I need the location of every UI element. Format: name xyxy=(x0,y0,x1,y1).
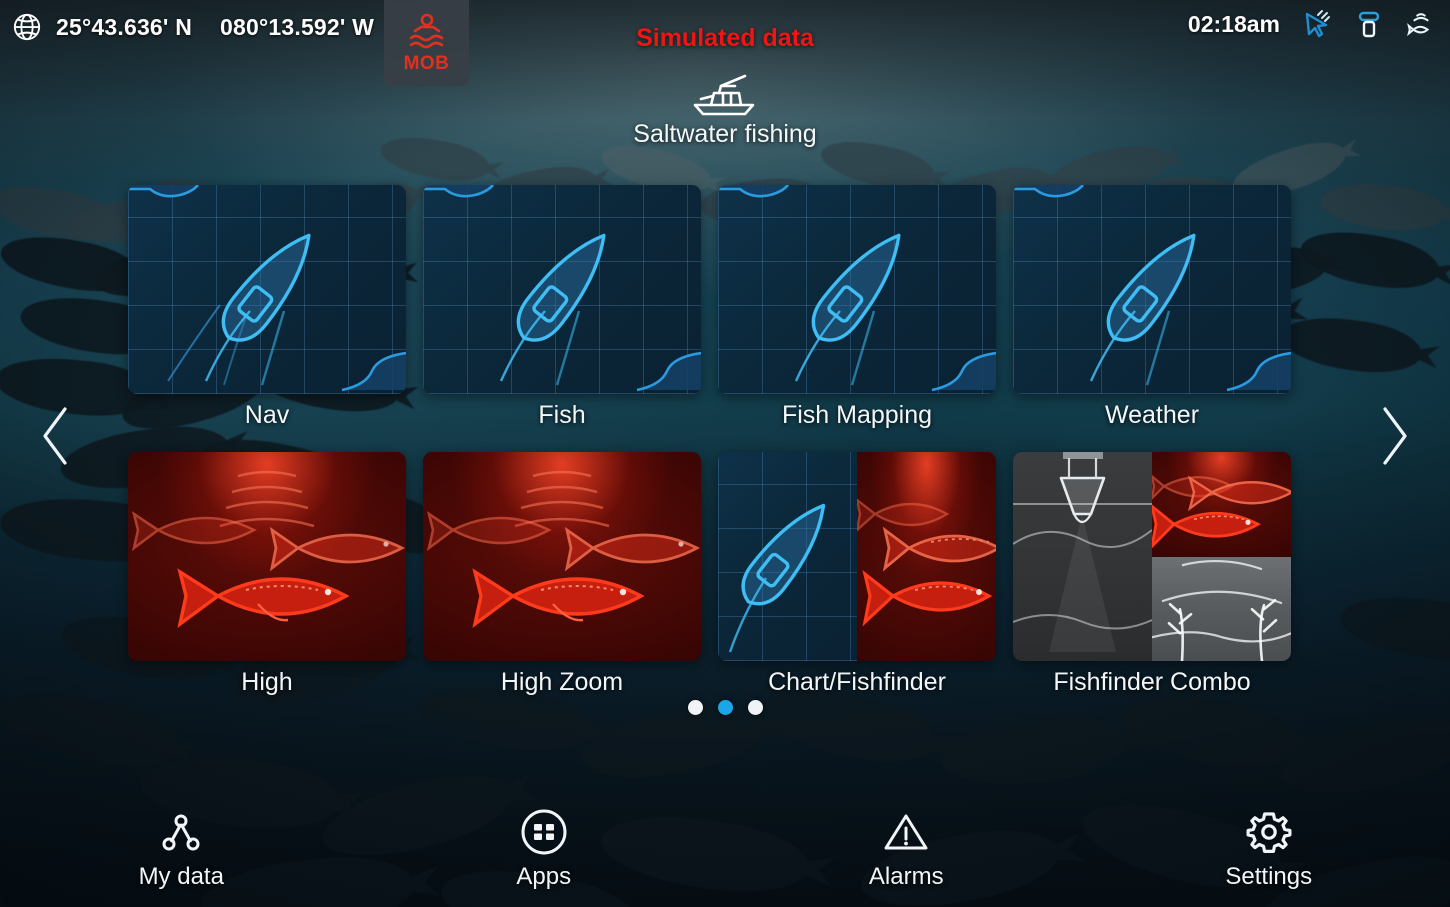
chevron-right-icon xyxy=(1383,407,1407,465)
nav-label: My data xyxy=(138,863,224,890)
structure-scan-pane xyxy=(1152,556,1291,661)
tile-label: Weather xyxy=(1104,401,1200,429)
route-waypoints-icon xyxy=(162,814,200,851)
tile-label: High Zoom xyxy=(500,668,624,696)
status-icons-group: 02:18am xyxy=(1188,9,1436,39)
weed-structure-graphic xyxy=(1152,559,1291,661)
tile-label: Fishfinder Combo xyxy=(1053,668,1251,696)
tile-high[interactable]: High xyxy=(128,452,406,697)
tile-thumbnail xyxy=(718,452,996,661)
active-profile[interactable]: Saltwater fishing xyxy=(0,74,1450,149)
tile-thumbnail xyxy=(128,185,406,394)
own-boat-marker xyxy=(1089,233,1196,386)
nav-label: Apps xyxy=(516,863,572,890)
nav-alarms[interactable]: Alarms xyxy=(725,781,1088,891)
clock: 02:18am xyxy=(1187,10,1280,37)
man-overboard-icon xyxy=(409,13,443,48)
nav-label: Alarms xyxy=(868,863,944,890)
tile-label: Fish Mapping xyxy=(781,401,933,429)
sonar-fish-graphic xyxy=(857,498,996,627)
page-dot-1[interactable] xyxy=(687,700,703,715)
page-dot-2[interactable] xyxy=(717,700,733,715)
tile-thumbnail xyxy=(718,185,996,394)
carousel-next-button[interactable] xyxy=(1366,396,1422,476)
nav-label: Settings xyxy=(1225,863,1313,890)
apps-grid-icon xyxy=(521,809,567,855)
page-tile-grid: Nav Fish Fish Mapping Weather High High … xyxy=(128,185,1323,697)
sonar-fish-graphic xyxy=(1152,474,1291,549)
tile-thumbnail xyxy=(1013,452,1291,661)
tile-fish-mapping[interactable]: Fish Mapping xyxy=(718,185,996,430)
page-indicator xyxy=(0,700,1450,715)
tile-fishfinder-combo[interactable]: Fishfinder Combo xyxy=(1013,452,1291,697)
sensor-battery-icon[interactable] xyxy=(1354,9,1384,39)
status-bar: 25°43.636' N 080°13.592' W MOB Simulated… xyxy=(0,0,1450,86)
gear-icon xyxy=(1246,812,1292,853)
globe-icon xyxy=(13,13,41,41)
own-boat-marker xyxy=(728,503,826,653)
tile-label: Chart/Fishfinder xyxy=(768,668,946,696)
chart-cursor-icon[interactable] xyxy=(1302,9,1332,39)
nav-settings[interactable]: Settings xyxy=(1088,781,1450,891)
sonar-pane xyxy=(1152,452,1291,557)
tile-fish[interactable]: Fish xyxy=(423,185,701,430)
own-boat-marker xyxy=(499,233,606,386)
tile-label: Fish xyxy=(538,401,586,429)
combo-right-column xyxy=(1152,452,1291,661)
bottom-navigation-bar: My data Apps Alarms Settings xyxy=(0,781,1450,891)
warning-triangle-icon xyxy=(884,814,928,850)
tile-thumbnail xyxy=(1013,185,1291,394)
tile-label: High xyxy=(241,668,293,696)
own-boat-marker xyxy=(204,233,311,386)
carousel-prev-button[interactable] xyxy=(28,396,84,476)
sonar-cone-graphic xyxy=(1013,452,1152,652)
longitude-value: 080°13.592' W xyxy=(220,13,375,40)
tile-label: Nav xyxy=(244,401,290,429)
sonar-fish-graphic xyxy=(131,470,406,629)
sonar-pane xyxy=(857,452,996,661)
sonar-fish-graphic xyxy=(426,470,701,629)
tile-nav[interactable]: Nav xyxy=(128,185,406,430)
latitude-value: 25°43.636' N xyxy=(56,13,192,40)
gps-position-readout[interactable]: 25°43.636' N 080°13.592' W xyxy=(0,0,374,46)
tile-thumbnail xyxy=(128,452,406,661)
page-dot-3[interactable] xyxy=(747,700,763,715)
nav-apps[interactable]: Apps xyxy=(363,781,726,891)
mob-label: MOB xyxy=(403,52,450,74)
nav-my-data[interactable]: My data xyxy=(0,781,363,891)
sportfish-boat-icon xyxy=(693,74,755,116)
chevron-left-icon xyxy=(43,407,67,465)
chart-pane xyxy=(718,452,857,661)
tile-thumbnail xyxy=(423,452,701,661)
tile-chart-fishfinder[interactable]: Chart/Fishfinder xyxy=(718,452,996,697)
downscan-pane xyxy=(1013,452,1152,661)
tile-weather[interactable]: Weather xyxy=(1013,185,1291,430)
tile-row-2: High High Zoom Chart/Fishfinder Fishfind… xyxy=(128,452,1323,697)
own-boat-marker xyxy=(794,233,901,386)
tile-row-1: Nav Fish Fish Mapping Weather xyxy=(128,185,1323,430)
tile-thumbnail xyxy=(423,185,701,394)
sonar-fish-icon[interactable] xyxy=(1406,9,1436,39)
profile-label: Saltwater fishing xyxy=(633,120,817,148)
tile-high-zoom[interactable]: High Zoom xyxy=(423,452,701,697)
